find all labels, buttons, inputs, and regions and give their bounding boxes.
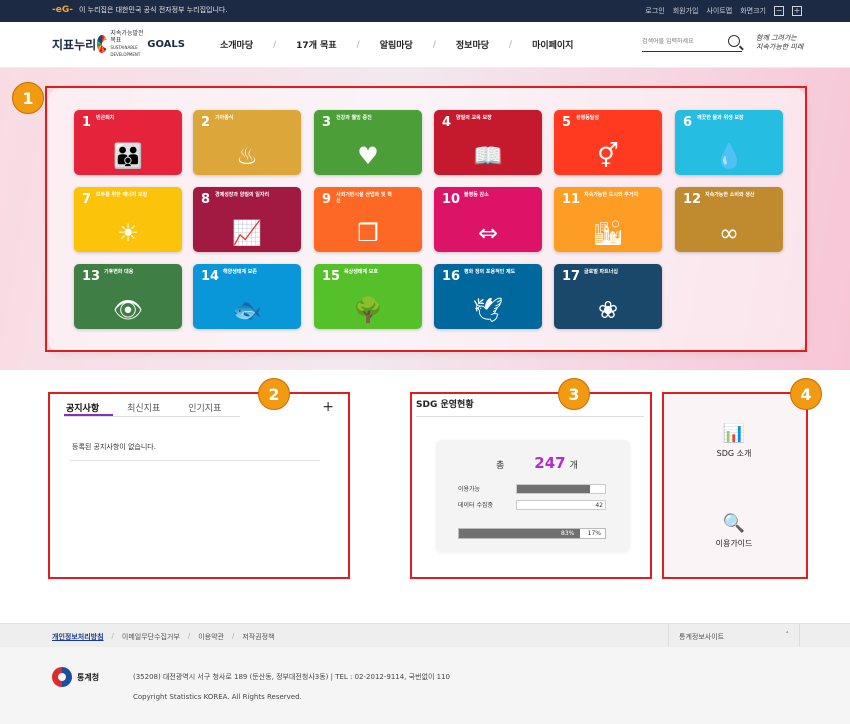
privacy-link[interactable]: 개인정보처리방침 [52, 632, 104, 642]
slogan: 함께 그려가는 지속가능한 미래 [756, 34, 803, 52]
badge-4: 4 [790, 378, 822, 410]
badge-3: 3 [558, 378, 590, 410]
search-input[interactable] [642, 38, 720, 45]
nav-sep: / [509, 39, 513, 50]
join-link[interactable]: 회원가입 [673, 6, 699, 16]
highlight-box-2 [48, 392, 350, 579]
highlight-box-1 [45, 86, 807, 352]
slogan-line2: 지속가능한 미래 [756, 43, 804, 51]
footer-sep: / [187, 632, 191, 640]
badge-2: 2 [258, 378, 290, 410]
sdg-logo-text: 지속가능발전목표 [110, 30, 144, 44]
org-logo: 통계청 [52, 667, 99, 687]
nav-info[interactable]: 정보마당 [456, 38, 489, 51]
sdg-logo-goals: GOALS [147, 38, 185, 50]
chevron-up-icon: ˄ [785, 631, 790, 639]
header: 지표누리 지속가능발전목표 SUSTAINABLE DEVELOPMENT GO… [0, 22, 850, 68]
nav-sep: / [273, 39, 277, 50]
site-logo[interactable]: 지표누리 [52, 36, 96, 53]
sitemap-link[interactable]: 사이트맵 [706, 6, 732, 16]
zoom-out-button[interactable]: − [774, 6, 784, 16]
footer-links: 개인정보처리방침 / 이메일무단수집거부 / 이용약관 / 저작권정책 통계정보사이트… [0, 623, 850, 648]
search-icon[interactable] [728, 35, 740, 47]
copyright-text: Copyright Statistics KOREA. All Rights R… [133, 693, 302, 701]
terms-link[interactable]: 이용약관 [198, 632, 224, 642]
address-text: (35208) 대전광역시 서구 청사로 189 (둔산동, 정부대전청사3동)… [133, 673, 450, 681]
top-utility-bar: -eG- 이 누리집은 대한민국 공식 전자정부 누리집입니다. 로그인 회원가… [0, 0, 850, 22]
search-box [642, 34, 742, 52]
copyright-policy-link[interactable]: 저작권정책 [242, 632, 274, 642]
nav-mypage[interactable]: 마이페이지 [532, 38, 573, 51]
main-nav: 소개마당 / 17개 목표 / 알림마당 / 정보마당 / 마이페이지 [220, 38, 573, 52]
footer-address: (35208) 대전광역시 서구 청사로 189 (둔산동, 정부대전청사3동)… [133, 667, 450, 707]
related-site-label: 통계정보사이트 [679, 633, 725, 641]
related-site-select[interactable]: 통계정보사이트 ˄ [668, 624, 800, 648]
sdg-logo[interactable]: 지속가능발전목표 SUSTAINABLE DEVELOPMENT GOALS [97, 30, 185, 57]
screen-size-label: 화면크기 [740, 7, 766, 15]
footer-sep: / [231, 632, 235, 640]
nav-intro[interactable]: 소개마당 [220, 38, 253, 51]
highlight-box-4 [662, 392, 808, 579]
gov-logo: -eG- [52, 5, 73, 15]
zoom-in-button[interactable]: + [792, 6, 802, 16]
slogan-line1: 함께 그려가는 [756, 34, 797, 42]
gov-text: 이 누리집은 대한민국 공식 전자정부 누리집입니다. [78, 6, 228, 14]
gov-banner: -eG- 이 누리집은 대한민국 공식 전자정부 누리집입니다. [52, 5, 228, 15]
nav-sep: / [432, 39, 436, 50]
highlight-box-3 [410, 392, 652, 579]
util-links: 로그인 회원가입 사이트맵 화면크기 − + [645, 6, 802, 16]
sdg-logo-sub: SUSTAINABLE DEVELOPMENT [110, 45, 141, 57]
login-link[interactable]: 로그인 [645, 6, 664, 16]
org-name: 통계청 [77, 672, 100, 682]
statistics-korea-logo-icon [52, 667, 72, 687]
sdg-wheel-icon [97, 35, 111, 53]
badge-1: 1 [12, 82, 44, 114]
nav-notice[interactable]: 알림마당 [380, 38, 413, 51]
nav-17-goals[interactable]: 17개 목표 [296, 38, 337, 51]
footer: 통계청 (35208) 대전광역시 서구 청사로 189 (둔산동, 정부대전청… [0, 647, 850, 724]
footer-sep: / [111, 632, 114, 640]
nav-sep: / [356, 39, 360, 50]
email-policy-link[interactable]: 이메일무단수집거부 [122, 632, 180, 642]
